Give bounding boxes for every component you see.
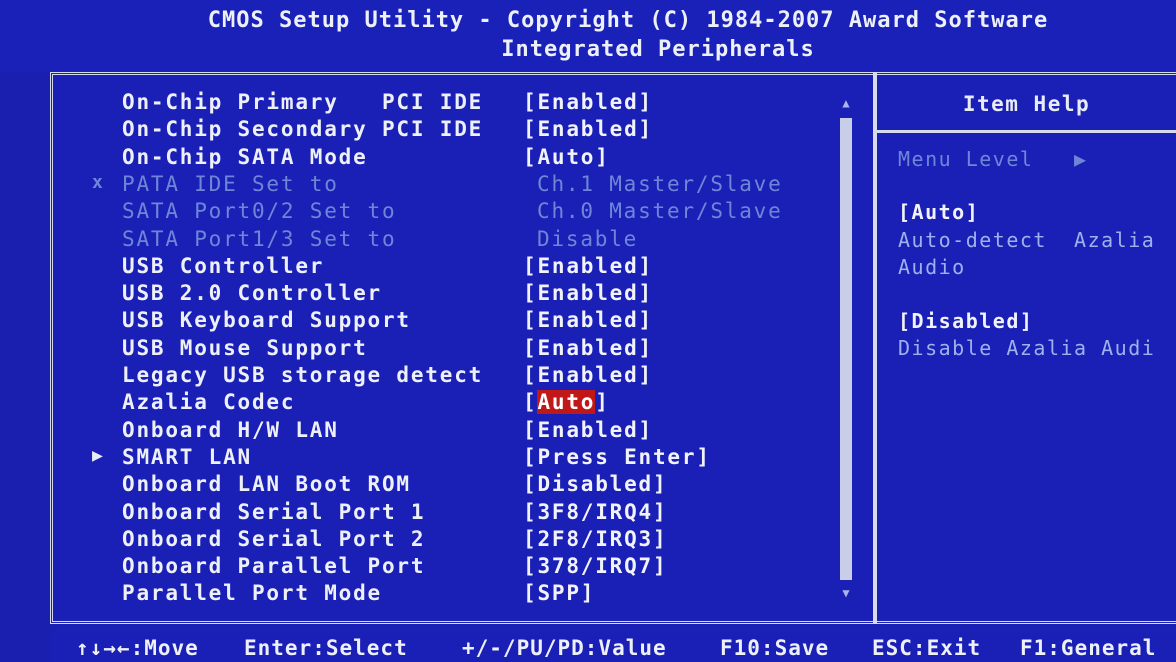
- setting-label: Onboard LAN Boot ROM: [122, 472, 411, 497]
- setting-row[interactable]: On-Chip SATA Mode [Auto]: [0, 145, 850, 172]
- setting-value[interactable]: [SPP]: [523, 581, 595, 605]
- setting-row[interactable]: USB Controller [Enabled]: [0, 254, 850, 281]
- setting-row[interactable]: Legacy USB storage detect [Enabled]: [0, 363, 850, 390]
- setting-value[interactable]: [Enabled]: [523, 336, 653, 360]
- setting-row[interactable]: ▶ SMART LAN [Press Enter]: [0, 445, 850, 472]
- setting-row: x PATA IDE Set to Ch.1 Master/Slave: [0, 172, 850, 199]
- help-option-disabled: [Disabled]: [898, 309, 1034, 333]
- setting-value[interactable]: [2F8/IRQ3]: [523, 527, 667, 551]
- setting-value: Ch.0 Master/Slave: [537, 199, 783, 224]
- setting-row[interactable]: Parallel Port Mode [SPP]: [0, 581, 850, 608]
- setting-value[interactable]: [378/IRQ7]: [523, 554, 667, 578]
- help-option-auto-desc: Auto-detect Azalia: [898, 228, 1156, 252]
- setting-label: Onboard Serial Port 2: [122, 526, 426, 551]
- setting-value: Ch.1 Master/Slave: [537, 171, 783, 196]
- setting-label: Onboard H/W LAN: [122, 417, 339, 442]
- setting-row[interactable]: USB 2.0 Controller [Enabled]: [0, 281, 850, 308]
- hotkey-value: +/-/PU/PD:Value: [462, 636, 667, 660]
- setting-value[interactable]: [3F8/IRQ4]: [523, 500, 667, 524]
- setting-value[interactable]: [Auto]: [523, 390, 610, 415]
- help-divider: [877, 130, 1176, 133]
- setting-label: USB 2.0 Controller: [122, 281, 382, 306]
- setting-row: SATA Port1/3 Set to Disable: [0, 227, 850, 254]
- scroll-up-arrow-icon[interactable]: ▲: [840, 96, 852, 110]
- setting-label: SATA Port1/3 Set to: [122, 226, 397, 251]
- scrollbar-thumb[interactable]: [840, 118, 852, 580]
- setting-value[interactable]: [Enabled]: [523, 281, 653, 305]
- setting-row[interactable]: USB Keyboard Support [Enabled]: [0, 308, 850, 335]
- setting-label: On-Chip Secondary PCI IDE: [122, 117, 484, 142]
- item-help-title: Item Help: [962, 92, 1091, 116]
- setting-value[interactable]: [Enabled]: [523, 90, 653, 114]
- setting-row[interactable]: USB Mouse Support [Enabled]: [0, 336, 850, 363]
- setting-label: SATA Port0/2 Set to: [122, 199, 397, 224]
- setting-value[interactable]: [Enabled]: [523, 117, 653, 141]
- setting-row[interactable]: Onboard Parallel Port [378/IRQ7]: [0, 554, 850, 581]
- setting-label: USB Controller: [122, 253, 325, 278]
- setting-label: Legacy USB storage detect: [122, 363, 484, 387]
- setting-label: Azalia Codec: [122, 390, 296, 415]
- menu-level: Menu Level ▶: [898, 147, 1088, 171]
- bracket-close: ]: [595, 390, 610, 415]
- setting-label: PATA IDE Set to: [122, 171, 339, 196]
- hotkey-move: ↑↓→←:Move: [76, 636, 199, 660]
- panel-divider: [873, 72, 877, 624]
- setting-row[interactable]: Onboard Serial Port 2 [2F8/IRQ3]: [0, 527, 850, 554]
- help-option-auto-desc-2: Audio: [898, 255, 966, 279]
- bracket-open: [: [523, 390, 538, 415]
- setting-label: On-Chip Primary PCI IDE: [122, 90, 484, 114]
- setting-label: Onboard Serial Port 1: [122, 499, 426, 524]
- setting-row[interactable]: On-Chip Secondary PCI IDE [Enabled]: [0, 117, 850, 144]
- unavailable-marker-icon: x: [92, 171, 105, 193]
- scroll-down-arrow-icon[interactable]: ▼: [840, 586, 852, 600]
- setting-label: On-Chip SATA Mode: [122, 144, 368, 169]
- selected-value-highlight[interactable]: Auto: [537, 390, 596, 415]
- setting-value[interactable]: [Enabled]: [523, 254, 653, 278]
- submenu-arrow-icon: ▶: [92, 444, 105, 466]
- setting-row[interactable]: Onboard LAN Boot ROM [Disabled]: [0, 472, 850, 499]
- help-option-disabled-desc: Disable Azalia Audi: [898, 336, 1156, 360]
- setting-value[interactable]: [Press Enter]: [523, 445, 711, 469]
- setting-label: USB Keyboard Support: [122, 308, 411, 333]
- setting-label: SMART LAN: [122, 444, 252, 469]
- setting-value[interactable]: [Disabled]: [523, 472, 667, 496]
- hotkey-select: Enter:Select: [244, 636, 408, 660]
- setting-value[interactable]: [Enabled]: [523, 363, 653, 387]
- hotkey-save: F10:Save: [720, 636, 830, 660]
- setting-value[interactable]: [Enabled]: [523, 308, 653, 332]
- setting-value[interactable]: [Enabled]: [523, 418, 653, 442]
- setting-row[interactable]: Azalia Codec [Auto]: [0, 390, 850, 417]
- setting-row[interactable]: On-Chip Primary PCI IDE [Enabled]: [0, 90, 850, 117]
- page-title: Integrated Peripherals: [501, 37, 815, 62]
- help-option-auto: [Auto]: [898, 200, 980, 224]
- setting-row: SATA Port0/2 Set to Ch.0 Master/Slave: [0, 199, 850, 226]
- hotkey-general: F1:General: [1020, 636, 1157, 660]
- setting-row[interactable]: Onboard H/W LAN [Enabled]: [0, 418, 850, 445]
- app-title: CMOS Setup Utility - Copyright (C) 1984-…: [207, 8, 1049, 33]
- setting-label: USB Mouse Support: [122, 335, 368, 360]
- setting-value[interactable]: [Auto]: [523, 145, 610, 169]
- setting-value: Disable: [537, 226, 639, 251]
- hotkey-exit: ESC:Exit: [872, 636, 982, 660]
- setting-label: Onboard Parallel Port: [122, 554, 426, 579]
- setting-label: Parallel Port Mode: [122, 581, 382, 606]
- setting-row[interactable]: Onboard Serial Port 1 [3F8/IRQ4]: [0, 500, 850, 527]
